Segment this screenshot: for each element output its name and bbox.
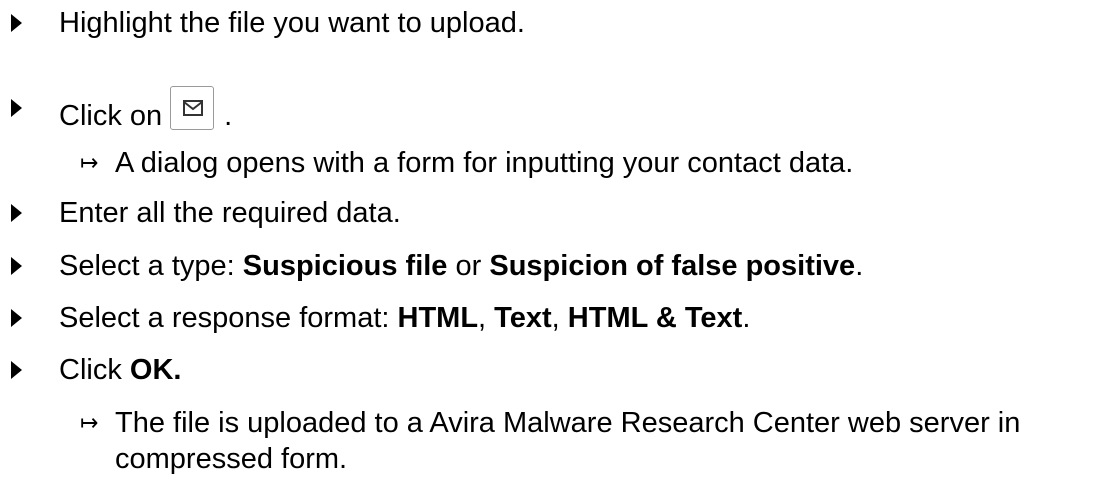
result-arrow-icon: ↦ bbox=[80, 410, 99, 435]
result-arrow-icon: ↦ bbox=[80, 150, 99, 175]
format-html: HTML bbox=[397, 302, 479, 334]
step-text: Highlight the file you want to upload. bbox=[59, 7, 525, 39]
result-text: A dialog opens with a form for inputting… bbox=[115, 147, 854, 179]
ok-label: OK. bbox=[129, 354, 182, 386]
bullet-arrow-icon bbox=[11, 14, 22, 32]
bullet-arrow-icon bbox=[11, 257, 22, 275]
result-text: The file is uploaded to a Avira Malware … bbox=[115, 405, 1020, 477]
or-text: or bbox=[455, 250, 482, 282]
format-html-text: HTML & Text bbox=[567, 302, 743, 334]
step-text: Enter all the required data. bbox=[59, 197, 401, 229]
send-email-button[interactable] bbox=[170, 86, 215, 130]
format-text: Text bbox=[494, 302, 552, 334]
result-line-1: The file is uploaded to a Avira Malware … bbox=[115, 407, 1021, 439]
step-suffix: . bbox=[224, 100, 233, 132]
separator: , bbox=[478, 302, 487, 334]
option-suspicious-file: Suspicious file bbox=[242, 250, 448, 282]
mail-icon bbox=[183, 100, 204, 116]
step-text: Select a type: Suspicious file or Suspic… bbox=[59, 248, 863, 284]
step-prefix: Click bbox=[59, 354, 122, 386]
step-suffix: . bbox=[742, 302, 751, 334]
step-text: Click on. bbox=[59, 86, 233, 134]
step-text: Click OK. bbox=[59, 352, 181, 388]
bullet-arrow-icon bbox=[11, 204, 22, 222]
option-false-positive: Suspicion of false positive bbox=[489, 250, 856, 282]
bullet-arrow-icon bbox=[11, 99, 22, 117]
bullet-arrow-icon bbox=[11, 361, 22, 379]
step-prefix: Select a response format: bbox=[59, 302, 390, 334]
step-prefix: Select a type: bbox=[59, 250, 235, 282]
separator: , bbox=[551, 302, 560, 334]
step-prefix: Click on bbox=[59, 100, 163, 132]
step-suffix: . bbox=[855, 250, 864, 282]
bullet-arrow-icon bbox=[11, 309, 22, 327]
result-line-2: compressed form. bbox=[115, 443, 348, 475]
step-text: Select a response format: HTML, Text, HT… bbox=[59, 300, 750, 336]
